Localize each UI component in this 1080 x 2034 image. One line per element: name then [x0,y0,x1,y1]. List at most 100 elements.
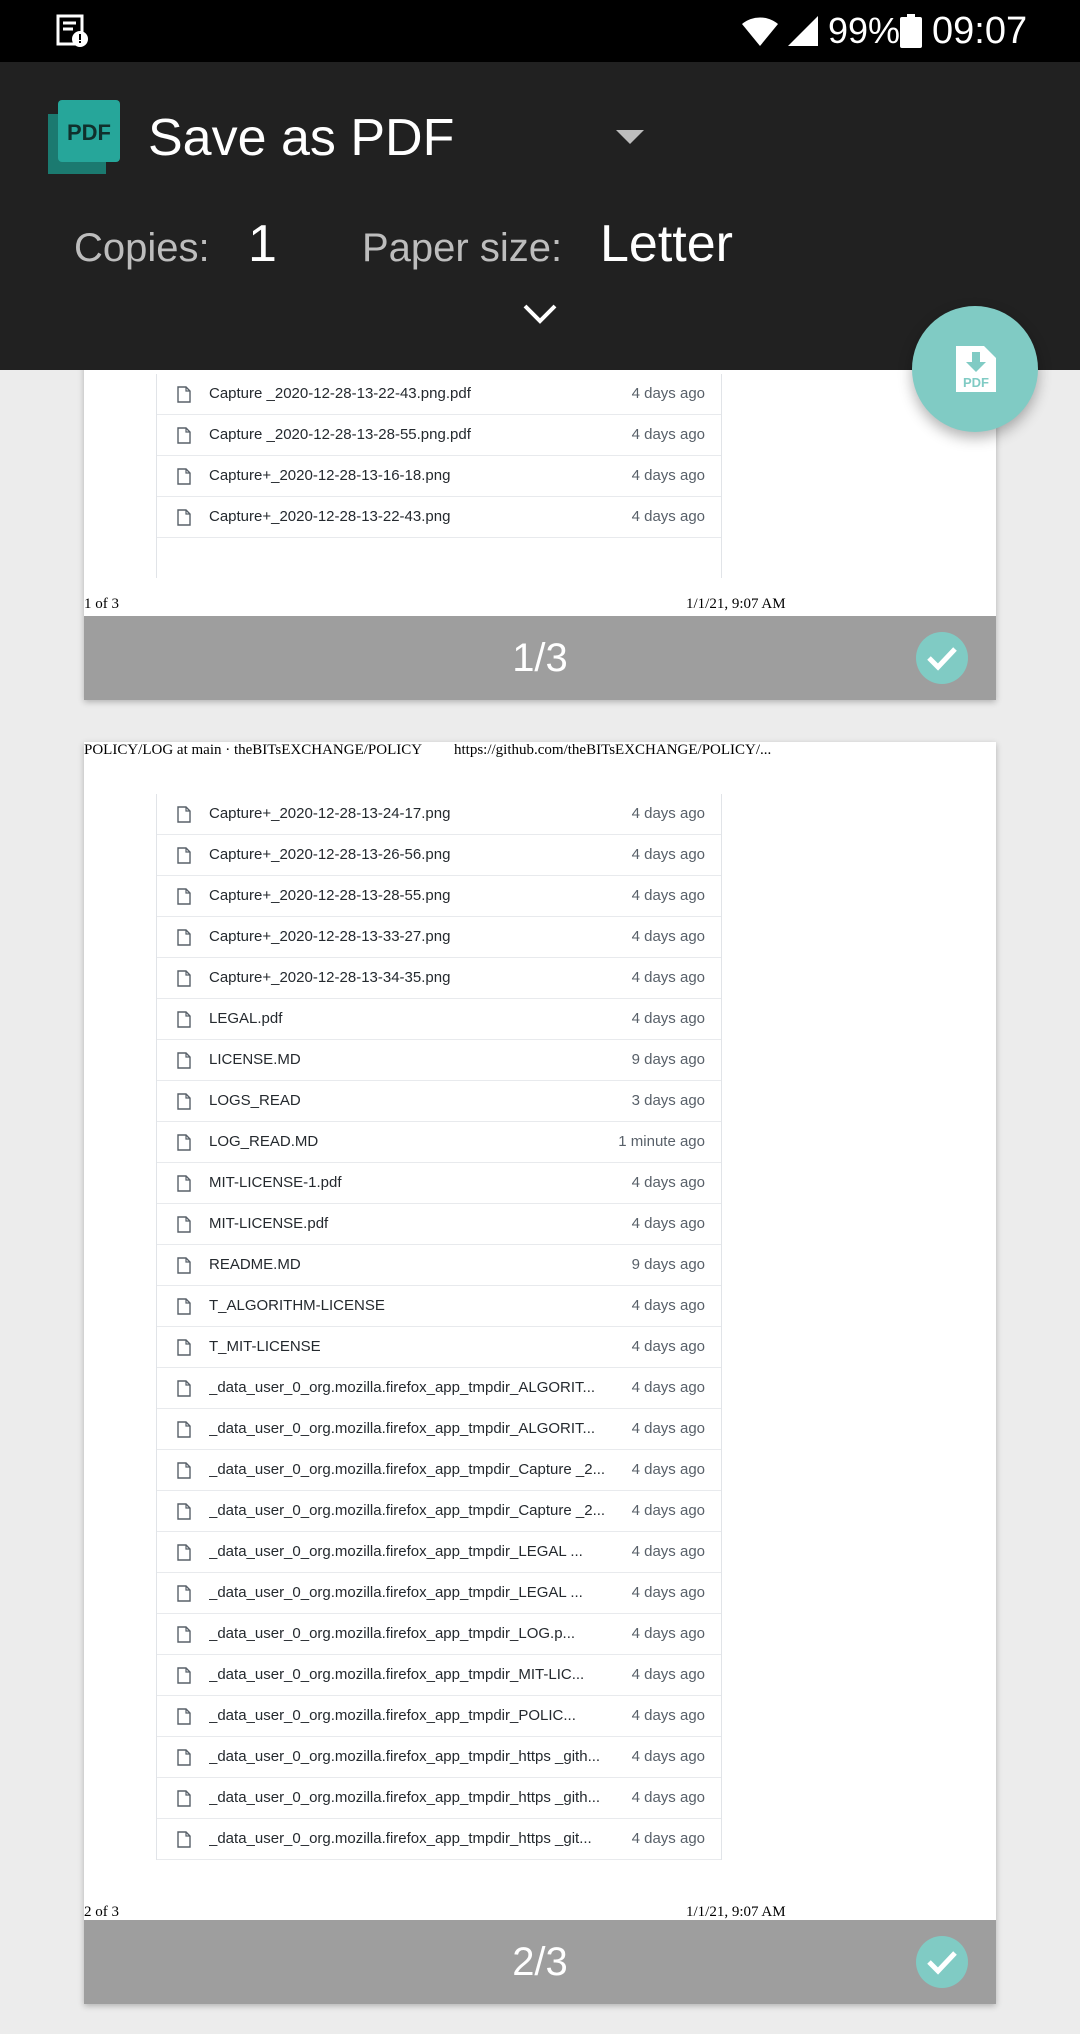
file-row[interactable]: LEGAL.pdf 4 days ago [157,999,721,1040]
file-age: 4 days ago [631,1666,705,1683]
page-footer-left: 2 of 3 [84,1904,119,1920]
file-row[interactable]: _data_user_0_org.mozilla.firefox_app_tmp… [157,1819,721,1860]
save-pdf-button[interactable]: PDF [912,306,1038,432]
file-name[interactable]: Capture+_2020-12-28-13-34-35.png [209,958,609,998]
file-name[interactable]: Capture+_2020-12-28-13-26-56.png [209,835,609,875]
file-age: 4 days ago [631,1830,705,1847]
file-name[interactable]: T_ALGORITHM-LICENSE [209,1286,609,1326]
file-name[interactable]: Capture+_2020-12-28-13-22-43.png [209,497,609,537]
dropdown-arrow-icon[interactable] [616,130,644,144]
file-name[interactable]: _data_user_0_org.mozilla.firefox_app_tmp… [209,1819,609,1859]
page-header-url: https://github.com/theBITsEXCHANGE/POLIC… [454,742,772,758]
file-name[interactable]: _data_user_0_org.mozilla.firefox_app_tmp… [209,1573,609,1613]
file-row[interactable]: _data_user_0_org.mozilla.firefox_app_tmp… [157,1532,721,1573]
file-row[interactable]: Capture+_2020-12-28-13-16-18.png 4 days a… [157,456,721,497]
page-preview-2[interactable]: POLICY/LOG at main · theBITsEXCHANGE/POL… [84,742,996,2004]
file-age: 4 days ago [631,508,705,525]
file-row[interactable]: T_MIT-LICENSE 4 days ago [157,1327,721,1368]
file-icon [177,1749,191,1770]
status-bar: 99% 09:07 [0,0,1080,62]
file-row[interactable]: MIT-LICENSE.pdf 4 days ago [157,1204,721,1245]
file-age: 4 days ago [631,1420,705,1437]
file-name[interactable]: _data_user_0_org.mozilla.firefox_app_tmp… [209,1368,609,1408]
battery-icon [900,14,922,48]
file-name[interactable]: LICENSE.MD [209,1040,609,1080]
file-name[interactable]: LOG_READ.MD [209,1122,609,1162]
file-row[interactable]: _data_user_0_org.mozilla.firefox_app_tmp… [157,1614,721,1655]
file-age: 4 days ago [631,426,705,443]
file-row[interactable]: _data_user_0_org.mozilla.firefox_app_tmp… [157,1409,721,1450]
file-row[interactable]: README.MD 9 days ago [157,1245,721,1286]
file-name[interactable]: _data_user_0_org.mozilla.firefox_app_tmp… [209,1614,609,1654]
file-row[interactable]: _data_user_0_org.mozilla.firefox_app_tmp… [157,1450,721,1491]
chevron-down-icon[interactable] [522,302,558,326]
file-age: 4 days ago [631,1584,705,1601]
file-name[interactable]: Capture+_2020-12-28-13-16-18.png [209,456,609,496]
file-name[interactable]: _data_user_0_org.mozilla.firefox_app_tmp… [209,1450,609,1490]
file-age: 4 days ago [631,1707,705,1724]
file-icon [177,1134,191,1155]
file-row[interactable]: Capture+_2020-12-28-13-34-35.png 4 days a… [157,958,721,999]
file-name[interactable]: README.MD [209,1245,609,1285]
file-icon [177,1052,191,1073]
file-name[interactable]: _data_user_0_org.mozilla.firefox_app_tmp… [209,1737,609,1777]
printer-selector[interactable]: Save as PDF [148,106,454,170]
pdf-app-logo-icon: PDF [48,100,120,174]
page-bar[interactable]: 1/3 [84,616,996,700]
file-row[interactable]: LOG_READ.MD 1 minute ago [157,1122,721,1163]
file-row[interactable]: Capture _2020-12-28-13-22-43.png.pdf 4 da… [157,374,721,415]
file-row[interactable]: Capture+_2020-12-28-13-24-17.png 4 days a… [157,794,721,835]
file-icon [177,847,191,868]
file-name[interactable]: _data_user_0_org.mozilla.firefox_app_tmp… [209,1532,609,1572]
page-bar[interactable]: 2/3 [84,1920,996,2004]
file-row[interactable]: T_ALGORITHM-LICENSE 4 days ago [157,1286,721,1327]
page-selected-check-icon[interactable] [916,1936,968,1988]
paper-size-selector[interactable]: Letter [600,212,733,276]
file-name[interactable]: Capture+_2020-12-28-13-24-17.png [209,794,609,834]
file-icon [177,1831,191,1852]
file-age: 4 days ago [631,887,705,904]
page-number: 1/3 [512,636,568,680]
file-row[interactable]: Capture+_2020-12-28-13-26-56.png 4 days a… [157,835,721,876]
file-row[interactable]: Capture+_2020-12-28-13-28-55.png 4 days a… [157,876,721,917]
file-row[interactable]: _data_user_0_org.mozilla.firefox_app_tmp… [157,1696,721,1737]
file-name[interactable]: _data_user_0_org.mozilla.firefox_app_tmp… [209,1491,609,1531]
file-name[interactable]: Capture _2020-12-28-13-22-43.png.pdf [209,374,609,414]
file-row[interactable]: Capture _2020-12-28-13-28-55.png.pdf 4 da… [157,415,721,456]
file-name[interactable]: MIT-LICENSE-1.pdf [209,1163,609,1203]
file-row[interactable]: Capture+_2020-12-28-13-22-43.png 4 days a… [157,497,721,538]
file-row[interactable]: _data_user_0_org.mozilla.firefox_app_tmp… [157,1737,721,1778]
file-name[interactable]: T_MIT-LICENSE [209,1327,609,1367]
file-name[interactable]: _data_user_0_org.mozilla.firefox_app_tmp… [209,1409,609,1449]
file-name[interactable]: Capture _2020-12-28-13-28-55.png.pdf [209,415,609,455]
file-name[interactable]: _data_user_0_org.mozilla.firefox_app_tmp… [209,1778,609,1818]
file-icon [177,1421,191,1442]
file-icon [177,386,191,407]
file-name[interactable]: LOGS_READ [209,1081,609,1121]
file-row[interactable]: _data_user_0_org.mozilla.firefox_app_tmp… [157,1491,721,1532]
file-row[interactable]: LOGS_READ 3 days ago [157,1081,721,1122]
download-pdf-icon: PDF [956,346,996,392]
file-name[interactable]: Capture+_2020-12-28-13-33-27.png [209,917,609,957]
file-name[interactable]: Capture+_2020-12-28-13-28-55.png [209,876,609,916]
file-name[interactable]: _data_user_0_org.mozilla.firefox_app_tmp… [209,1655,609,1695]
file-row[interactable]: _data_user_0_org.mozilla.firefox_app_tmp… [157,1573,721,1614]
file-row[interactable]: _data_user_0_org.mozilla.firefox_app_tmp… [157,1368,721,1409]
file-row[interactable]: _data_user_0_org.mozilla.firefox_app_tmp… [157,1778,721,1819]
file-name[interactable]: _data_user_0_org.mozilla.firefox_app_tmp… [209,1696,609,1736]
file-name[interactable]: MIT-LICENSE.pdf [209,1204,609,1244]
file-icon [177,1626,191,1647]
file-icon [177,1667,191,1688]
file-row[interactable]: _data_user_0_org.mozilla.firefox_app_tmp… [157,1655,721,1696]
file-age: 4 days ago [631,1379,705,1396]
copies-field[interactable]: 1 [248,212,277,276]
file-row[interactable]: MIT-LICENSE-1.pdf 4 days ago [157,1163,721,1204]
page-selected-check-icon[interactable] [916,632,968,684]
signal-icon [788,16,818,46]
file-row[interactable]: Capture+_2020-12-28-13-33-27.png 4 days a… [157,917,721,958]
battery-percentage: 99% [828,10,901,51]
file-age: 4 days ago [631,1789,705,1806]
file-row[interactable]: LICENSE.MD 9 days ago [157,1040,721,1081]
file-name[interactable]: LEGAL.pdf [209,999,609,1039]
notification-icon [56,14,88,47]
